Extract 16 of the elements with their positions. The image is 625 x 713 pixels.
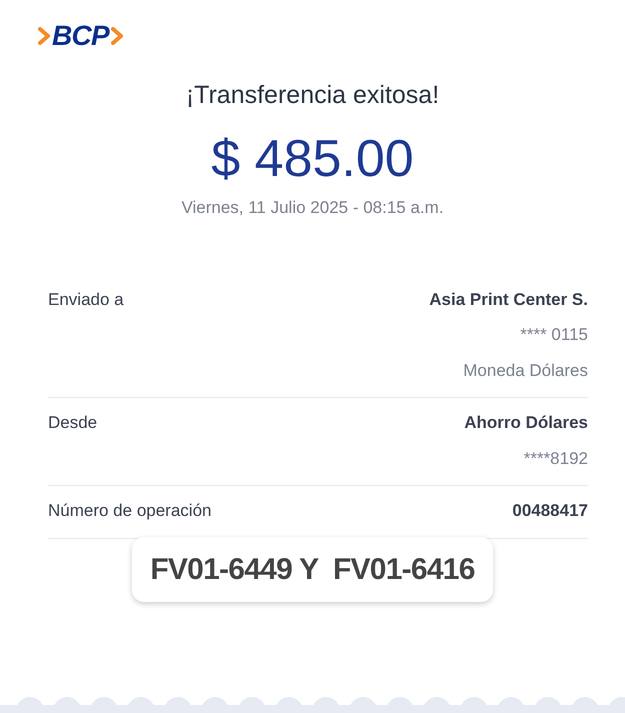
detail-value: Asia Print Center S. [429,288,588,311]
logo-text: BCP [52,22,110,50]
detail-label: Desde [48,412,98,434]
success-title: ¡Transferencia exitosa! [186,80,440,111]
chevron-icon [38,27,50,45]
detail-label: Número de operación [48,500,212,522]
amount-text: $ 485.00 [211,133,414,186]
detail-value: Ahorro Dólares [464,412,588,434]
note-label: FV01-6449 Y FV01-6416 [132,536,493,602]
detail-value: ****8192 [524,448,588,470]
date-text: Viernes, 11 Julio 2025 - 08:15 a.m. [181,197,444,220]
detail-value: Moneda Dólares [463,360,588,382]
detail-value: 00488417 [512,500,588,522]
detail-label: Enviado a [48,288,124,311]
chevron-icon [111,27,124,45]
detail-value: **** 0115 [520,324,588,346]
